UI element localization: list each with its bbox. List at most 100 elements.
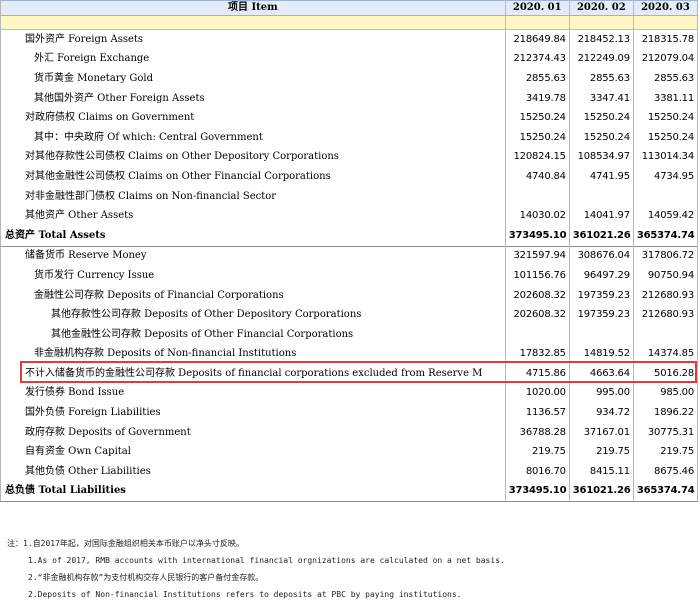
row-label: 政府存款 Deposits of Government [0,422,506,443]
row-value-col2: 108534.97 [568,147,634,168]
row-value-col1: 120824.15 [504,147,570,168]
row-label: 其他金融性公司存款 Deposits of Other Financial Co… [0,324,506,345]
row-value-col3: 8675.46 [632,462,699,482]
row-label: 其他资产 Other Assets [0,206,506,226]
footnotes: 注：1.自2017年起，对国际金融组织相关本币账户以净头寸反映。 1.As of… [0,535,700,603]
table-row: 对政府债权 Claims on Government 15250.24 15250.… [0,108,699,128]
row-value-col2: 218452.13 [568,29,634,50]
row-value-col1: 219.75 [504,442,570,463]
row-label: 非金融机构存款 Deposits of Non-financial Instit… [0,344,506,365]
row-value-col1: 15250.24 [504,108,570,128]
row-value-col1 [504,324,570,345]
table-row: 自有资金 Own Capital 219.75 219.75 219.75 [0,442,699,463]
table-row: 总资产 Total Assets 373495.10 361021.26 365374… [0,225,699,247]
row-label: 发行债券 Bond Issue [0,383,506,404]
table-row: 其他国外资产 Other Foreign Assets 3419.78 3347.4… [0,88,699,109]
table-row: 其他金融性公司存款 Deposits of Other Financial Co… [0,324,699,345]
row-value-col3 [632,186,699,207]
row-value-col2: 8415.11 [568,462,634,482]
row-label: 其他存款性公司存款 Deposits of Other Depository C… [0,305,506,325]
row-label: 储备货币 Reserve Money [0,245,506,267]
row-label: 外汇 Foreign Exchange [0,49,506,70]
row-value-col2 [568,324,634,345]
table-row: 对其他金融性公司债权 Claims on Other Financial Cor… [0,167,699,187]
row-value-col1: 4715.86 [504,364,570,384]
row-value-col3 [632,324,699,345]
footnote-2-en: 2.Deposits of Non-financial Institutions… [28,590,462,599]
row-value-col3: 15250.24 [632,127,699,148]
row-label: 对其他金融性公司债权 Claims on Other Financial Cor… [0,167,506,187]
table-header-row: 项目 Item 2020. 01 2020. 02 2020. 03 [0,0,699,16]
row-value-col2: 96497.29 [568,266,634,286]
row-value-col3: 30775.31 [632,422,699,443]
row-value-col1: 202608.32 [504,285,570,306]
table-row: 金融性公司存款 Deposits of Financial Corporatio… [0,285,699,306]
row-value-col1: 373495.10 [504,225,570,247]
row-label: 其他负债 Other Liabilities [0,462,506,482]
row-value-col1: 101156.76 [504,266,570,286]
row-value-col3: 365374.74 [632,481,699,503]
row-value-col2: 3347.41 [568,88,634,109]
row-label: 不计入储备货币的金融性公司存款 Deposits of financial co… [0,364,506,384]
table-row: 其他存款性公司存款 Deposits of Other Depository C… [0,305,699,325]
row-label: 对政府债权 Claims on Government [0,108,506,128]
row-value-col2: 197359.23 [568,285,634,306]
footnote-1-en: 1.As of 2017, RMB accounts with internat… [28,556,505,565]
row-value-col3: 3381.11 [632,88,699,109]
row-value-col3: 113014.34 [632,147,699,168]
row-value-col1: 212374.43 [504,49,570,70]
row-value-col3: 212079.04 [632,49,699,70]
row-value-col3: 365374.74 [632,225,699,247]
table-row: 其中：中央政府 Of which: Central Government 1525… [0,127,699,148]
row-value-col1 [504,186,570,207]
row-value-col1: 36788.28 [504,422,570,443]
row-value-col3: 14374.85 [632,344,699,365]
row-label: 金融性公司存款 Deposits of Financial Corporatio… [0,285,506,306]
table-row: 其他资产 Other Assets 14030.02 14041.97 14059.4… [0,206,699,226]
row-value-col2: 212249.09 [568,49,634,70]
footnote-2-zh: 2.“非金融机构存款”为支付机构交存人民银行的客户备付金存款。 [28,573,264,582]
row-label: 国外负债 Foreign Liabilities [0,403,506,423]
row-value-col1: 15250.24 [504,127,570,148]
table-row: 政府存款 Deposits of Government 36788.28 37167… [0,422,699,443]
row-value-col1: 321597.94 [504,245,570,267]
row-value-col2: 2855.63 [568,69,634,89]
row-label: 总负债 Total Liabilities [0,481,506,503]
table-row: 外汇 Foreign Exchange 212374.43 212249.09 212… [0,49,699,70]
footnote-1-zh: 注：1.自2017年起，对国际金融组织相关本币账户以净头寸反映。 [7,539,244,548]
row-value-col3: 212680.93 [632,305,699,325]
row-value-col2: 197359.23 [568,305,634,325]
table-row: 储备货币 Reserve Money 321597.94 308676.04 3178… [0,245,699,267]
row-label: 货币发行 Currency Issue [0,266,506,286]
row-value-col2: 4741.95 [568,167,634,187]
row-value-col2: 308676.04 [568,245,634,267]
row-value-col2: 995.00 [568,383,634,404]
row-value-col2: 4663.64 [568,364,634,384]
row-value-col1: 202608.32 [504,305,570,325]
row-label: 货币黄金 Monetary Gold [0,69,506,89]
row-value-col2 [568,186,634,207]
row-value-col3: 90750.94 [632,266,699,286]
row-value-col2: 934.72 [568,403,634,423]
row-value-col2: 15250.24 [568,127,634,148]
row-value-col3: 212680.93 [632,285,699,306]
row-value-col3: 985.00 [632,383,699,404]
row-label: 国外资产 Foreign Assets [0,29,506,50]
row-label: 总资产 Total Assets [0,225,506,247]
row-value-col1: 3419.78 [504,88,570,109]
row-value-col1: 4740.84 [504,167,570,187]
row-label: 其中：中央政府 Of which: Central Government [0,127,506,148]
table-row: 货币黄金 Monetary Gold 2855.63 2855.63 2855.63 [0,69,699,89]
row-value-col1: 1136.57 [504,403,570,423]
row-value-col3: 317806.72 [632,245,699,267]
table-row: 非金融机构存款 Deposits of Non-financial Instit… [0,344,699,365]
header-col-2020-03: 2020. 03 [632,0,699,16]
row-value-col1: 8016.70 [504,462,570,482]
row-value-col3: 4734.95 [632,167,699,187]
row-value-col1: 218649.84 [504,29,570,50]
row-value-col3: 1896.22 [632,403,699,423]
table-row: 其他负债 Other Liabilities 8016.70 8415.11 8675… [0,462,699,482]
row-label: 其他国外资产 Other Foreign Assets [0,88,506,109]
header-col-2020-02: 2020. 02 [568,0,634,16]
row-value-col2: 361021.26 [568,481,634,503]
